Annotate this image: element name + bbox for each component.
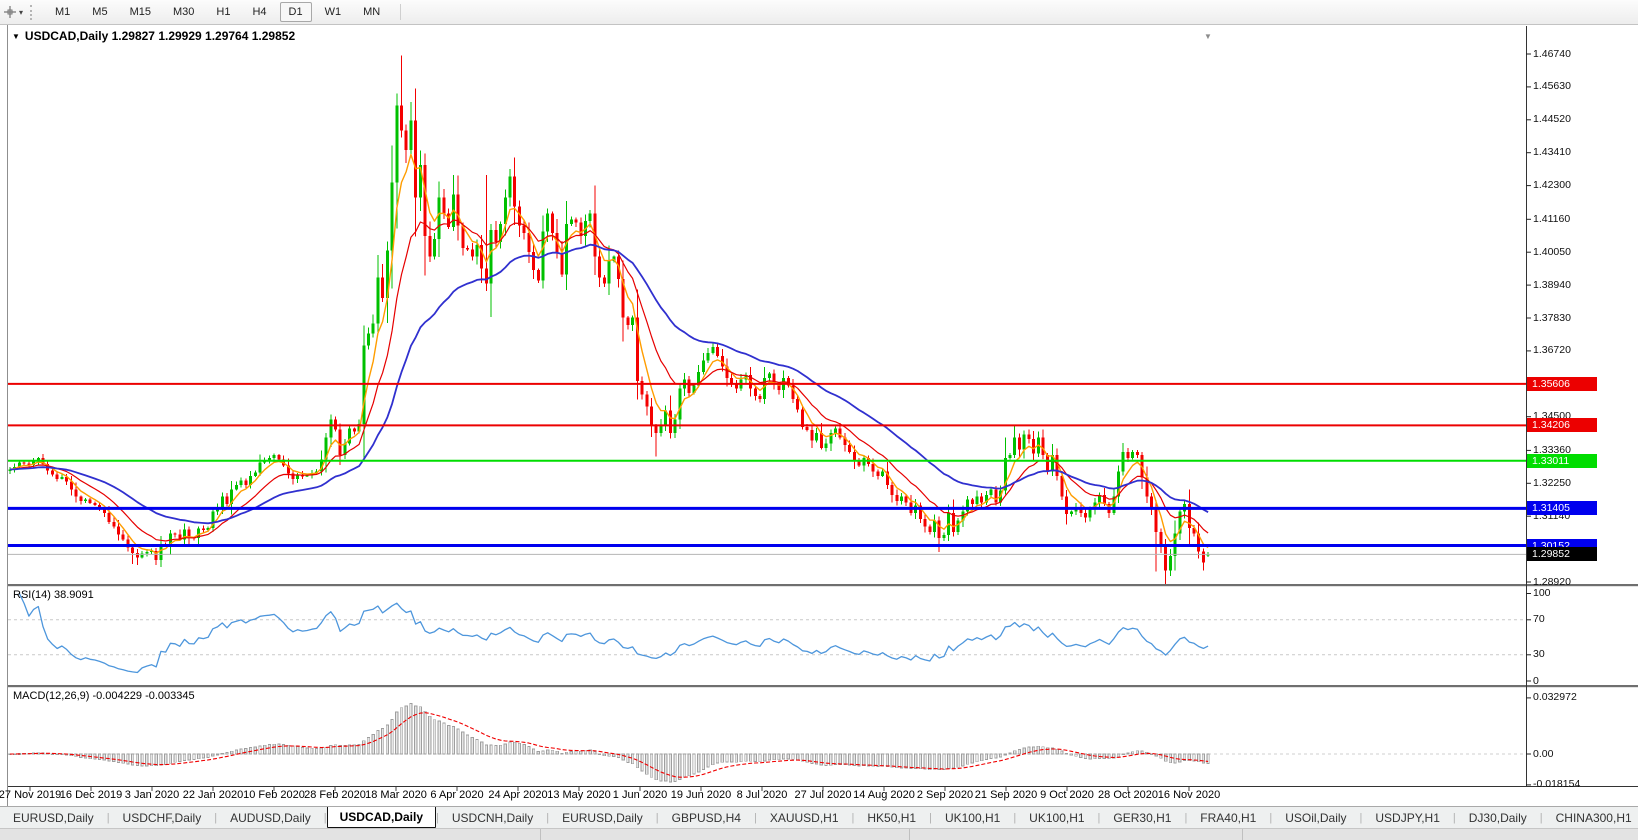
chart-tabs: EURUSD,Daily|USDCHF,Daily|AUDUSD,Daily|U…: [0, 806, 1638, 828]
chart-tab-hk50-h1[interactable]: HK50,H1: [854, 808, 929, 827]
rsi-axis-tick: 0: [1533, 675, 1539, 688]
price-axis-tick: 1.41160: [1533, 213, 1570, 226]
rsi-axis-tick: 100: [1533, 587, 1551, 600]
chart-tab-uk100-h1[interactable]: UK100,H1: [932, 808, 1013, 827]
macd-axis-tick: -0.018154: [1533, 778, 1580, 791]
price-axis-tick: 1.46740: [1533, 48, 1571, 61]
rsi-axis-tick: 30: [1533, 648, 1545, 661]
price-axis-tick: 1.37830: [1533, 312, 1571, 325]
chart-tab-fra40-h1[interactable]: FRA40,H1: [1187, 808, 1269, 827]
date-axis-label: 8 Jul 2020: [737, 789, 788, 801]
date-axis-label: 2 Sep 2020: [917, 789, 973, 801]
date-axis-label: 28 Oct 2020: [1098, 789, 1158, 801]
date-axis-label: 28 Feb 2020: [304, 789, 366, 801]
chart-tab-eurusd-daily[interactable]: EURUSD,Daily: [549, 808, 656, 827]
status-cell: [0, 829, 541, 840]
status-cell: [541, 829, 910, 840]
chart-canvas[interactable]: [0, 0, 1638, 840]
date-axis-label: 9 Oct 2020: [1040, 789, 1094, 801]
hline-price-label: 1.31405: [1527, 501, 1597, 515]
macd-axis-tick: 0.00: [1533, 748, 1553, 761]
macd-label: MACD(12,26,9) -0.004229 -0.003345: [13, 690, 195, 702]
price-axis-tick: 1.38940: [1533, 279, 1571, 292]
price-axis-tick: 1.36720: [1533, 344, 1571, 357]
chart-title: ▼ USDCAD,Daily 1.29827 1.29929 1.29764 1.…: [12, 29, 295, 43]
chart-tab-usdcad-daily[interactable]: USDCAD,Daily: [327, 806, 436, 828]
chart-tab-usdjpy-h1[interactable]: USDJPY,H1: [1362, 808, 1452, 827]
status-cell: [910, 829, 1243, 840]
date-axis-label: 10 Feb 2020: [243, 789, 305, 801]
date-axis-label: 27 Jul 2020: [795, 789, 852, 801]
window-menu-icon[interactable]: ▼: [12, 32, 20, 41]
hline-price-label: 1.33011: [1527, 454, 1597, 468]
chart-title-text: USDCAD,Daily 1.29827 1.29929 1.29764 1.2…: [25, 29, 295, 43]
chart-shift-marker: ▼: [1204, 32, 1212, 41]
date-axis-label: 18 Mar 2020: [365, 789, 427, 801]
date-axis-label: 1 Jun 2020: [613, 789, 667, 801]
date-axis-label: 27 Nov 2019: [0, 789, 61, 801]
chart-tab-usoil-daily[interactable]: USOil,Daily: [1272, 808, 1359, 827]
date-axis-label: 19 Jun 2020: [671, 789, 732, 801]
current-price-label: 1.29852: [1527, 547, 1597, 561]
price-axis-tick: 1.40050: [1533, 246, 1571, 259]
status-bar: [0, 828, 1638, 840]
chart-tab-xauusd-h1[interactable]: XAUUSD,H1: [757, 808, 852, 827]
macd-axis-tick: 0.032972: [1533, 691, 1577, 704]
chart-tab-eurusd-daily[interactable]: EURUSD,Daily: [0, 808, 107, 827]
rsi-axis-tick: 70: [1533, 613, 1545, 626]
chart-tab-gbpusd-h4[interactable]: GBPUSD,H4: [659, 808, 754, 827]
chart-tab-china300-h1[interactable]: CHINA300,H1: [1543, 808, 1638, 827]
status-cell: [1243, 829, 1638, 840]
date-axis-label: 22 Jan 2020: [183, 789, 244, 801]
date-axis-label: 16 Dec 2019: [60, 789, 122, 801]
price-axis-tick: 1.44520: [1533, 113, 1571, 126]
date-axis-label: 6 Apr 2020: [430, 789, 483, 801]
date-axis-label: 14 Aug 2020: [853, 789, 915, 801]
date-axis-label: 21 Sep 2020: [975, 789, 1037, 801]
chart-tab-audusd-daily[interactable]: AUDUSD,Daily: [217, 808, 324, 827]
date-axis-label: 24 Apr 2020: [488, 789, 547, 801]
price-axis-tick: 1.32250: [1533, 477, 1571, 490]
date-axis-label: 3 Jan 2020: [125, 789, 179, 801]
chart-tab-dj30-daily[interactable]: DJ30,Daily: [1456, 808, 1540, 827]
chart-tab-usdcnh-daily[interactable]: USDCNH,Daily: [439, 808, 546, 827]
hline-price-label: 1.34206: [1527, 418, 1597, 432]
price-axis-tick: 1.42300: [1533, 179, 1571, 192]
date-axis-label: 16 Nov 2020: [1158, 789, 1220, 801]
price-axis-tick: 1.43410: [1533, 146, 1571, 159]
chart-tab-usdchf-daily[interactable]: USDCHF,Daily: [110, 808, 215, 827]
date-axis-label: 13 May 2020: [547, 789, 611, 801]
price-axis-tick: 1.45630: [1533, 80, 1571, 93]
rsi-label: RSI(14) 38.9091: [13, 589, 94, 601]
chart-tab-uk100-h1[interactable]: UK100,H1: [1016, 808, 1097, 827]
chart-tab-ger30-h1[interactable]: GER30,H1: [1100, 808, 1184, 827]
hline-price-label: 1.35606: [1527, 377, 1597, 391]
